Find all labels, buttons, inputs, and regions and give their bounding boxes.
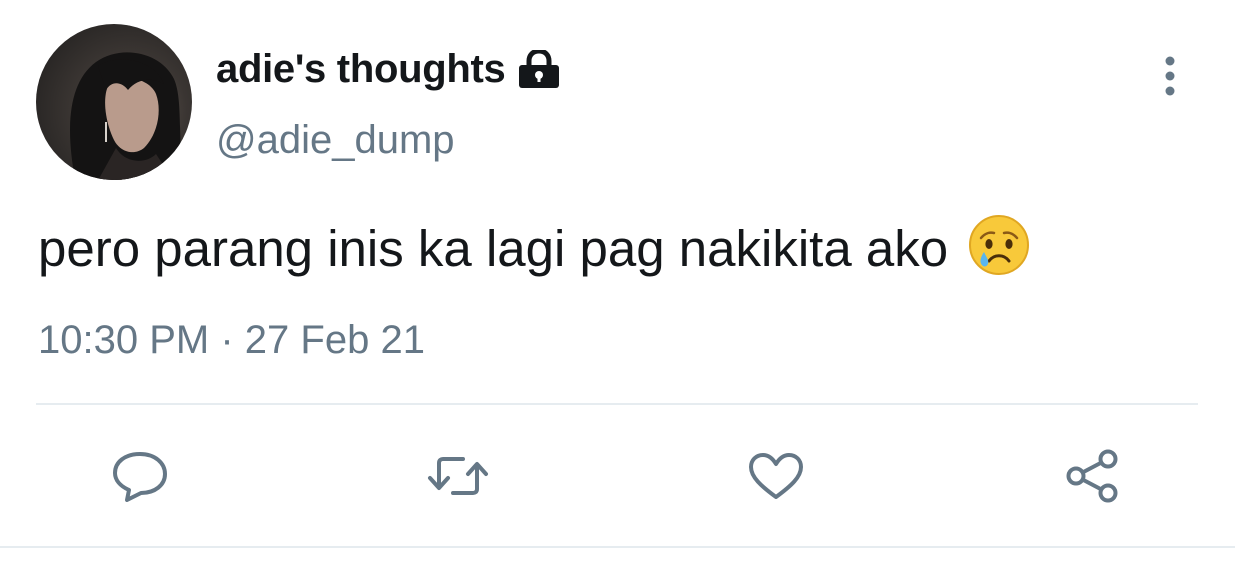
- author-name-row: adie's thoughts: [216, 44, 561, 94]
- reply-icon: [111, 450, 169, 507]
- avatar[interactable]: [36, 24, 192, 180]
- retweet-button[interactable]: [428, 448, 488, 508]
- more-vertical-icon[interactable]: [1156, 54, 1184, 98]
- lock-icon: [517, 50, 561, 88]
- tweet-meta: 10:30 PM · 27 Feb 21: [38, 318, 425, 363]
- tweet-card: adie's thoughts @adie_dump pero parang i…: [0, 0, 1235, 567]
- share-icon: [1063, 448, 1123, 509]
- bottom-divider: [0, 546, 1235, 548]
- share-button[interactable]: [1063, 448, 1123, 508]
- crying-face-emoji: [968, 214, 1030, 288]
- tweet-text-container: pero parang inis ka lagi pag nakikita ak…: [38, 214, 1030, 288]
- retweet-icon: [425, 451, 491, 506]
- heart-icon: [747, 451, 805, 506]
- tweet-time[interactable]: 10:30 PM: [38, 318, 209, 362]
- tweet-date[interactable]: 27 Feb 21: [245, 318, 425, 362]
- reply-button[interactable]: [110, 448, 170, 508]
- display-name[interactable]: adie's thoughts: [216, 47, 506, 92]
- like-button[interactable]: [746, 448, 806, 508]
- meta-separator: ·: [220, 318, 234, 362]
- divider: [36, 403, 1198, 405]
- author-handle[interactable]: @adie_dump: [216, 118, 455, 163]
- tweet-text: pero parang inis ka lagi pag nakikita ak…: [38, 220, 949, 277]
